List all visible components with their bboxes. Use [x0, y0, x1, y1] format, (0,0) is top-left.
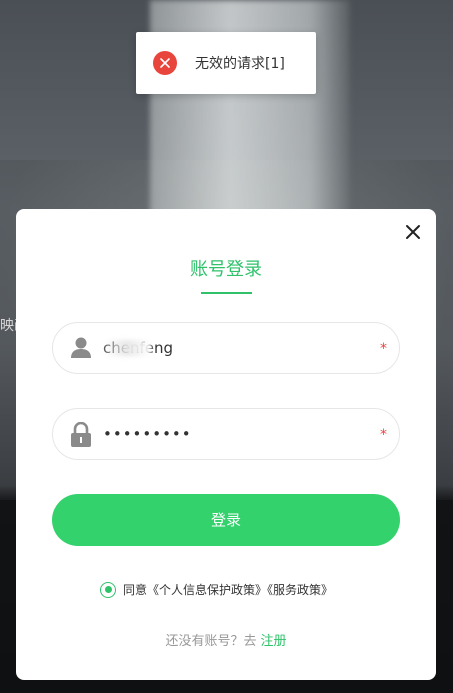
- login-title: 账号登录: [190, 259, 262, 280]
- register-row: 还没有账号？去 注册: [16, 630, 436, 649]
- username-field[interactable]: chenfeng *: [52, 322, 400, 374]
- username-blur: [103, 340, 151, 356]
- title-underline: [201, 292, 252, 294]
- register-prompt: 还没有账号？去: [165, 634, 257, 649]
- lock-icon: [70, 421, 92, 447]
- agree-radio[interactable]: [100, 581, 116, 598]
- agreement-text[interactable]: 同意《个人信息保护政策》《服务政策》: [123, 581, 333, 598]
- agreement-row: 同意《个人信息保护政策》《服务政策》: [100, 581, 333, 598]
- required-mark: *: [380, 427, 387, 443]
- error-close-icon: [153, 51, 177, 75]
- password-field[interactable]: ••••••••• *: [52, 408, 400, 460]
- required-mark: *: [380, 341, 387, 357]
- password-value: •••••••••: [103, 425, 192, 443]
- register-link[interactable]: 注册: [261, 634, 287, 649]
- close-icon[interactable]: [404, 223, 422, 241]
- login-button[interactable]: 登录: [52, 494, 400, 546]
- toast-message: 无效的请求[1]: [195, 56, 285, 72]
- error-toast: 无效的请求[1]: [136, 32, 316, 94]
- login-modal: 账号登录 chenfeng * ••••••••• * 登录 同意《个人信息保护…: [16, 209, 436, 680]
- user-icon: [70, 336, 92, 360]
